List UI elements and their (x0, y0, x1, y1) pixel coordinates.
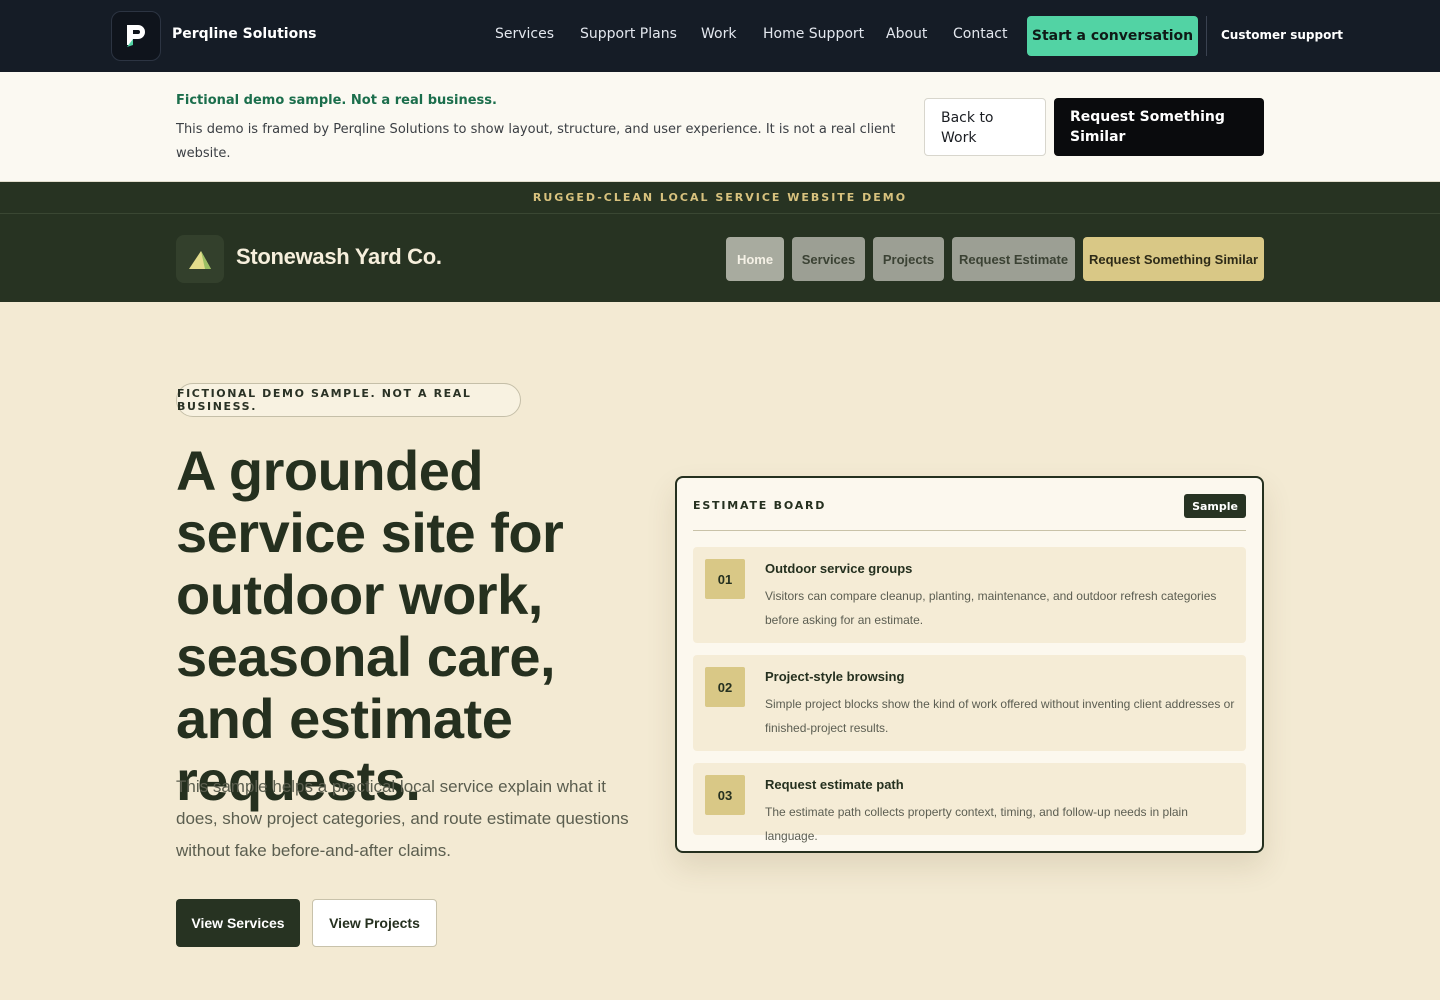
back-to-work-button[interactable]: Back to Work (924, 98, 1046, 156)
view-projects-button[interactable]: View Projects (312, 899, 437, 947)
board-divider (693, 530, 1246, 531)
site-request-similar-button[interactable]: Request Something Similar (1083, 237, 1264, 281)
demo-notice: Fictional demo sample. Not a real busine… (0, 72, 1440, 182)
item-description: Simple project blocks show the kind of w… (765, 697, 1235, 735)
site-nav-request-estimate[interactable]: Request Estimate (952, 237, 1075, 281)
site-logo[interactable] (176, 235, 224, 283)
demo-strip: RUGGED-CLEAN LOCAL SERVICE WEBSITE DEMO (0, 182, 1440, 214)
agency-nav-about[interactable]: About (886, 26, 927, 42)
site-header: Stonewash Yard Co. Home Services Project… (0, 214, 1440, 302)
sample-badge: Sample (1184, 494, 1246, 518)
site-nav-home[interactable]: Home (726, 237, 784, 281)
notice-title: Fictional demo sample. Not a real busine… (176, 93, 497, 108)
mountain-icon (189, 251, 211, 269)
board-item: 01 Outdoor service groups Visitors can c… (693, 547, 1246, 643)
board-item: 03 Request estimate path The estimate pa… (693, 763, 1246, 843)
request-similar-button[interactable]: Request Something Similar (1054, 98, 1264, 156)
estimate-board: ESTIMATE BOARD Sample 01 Outdoor service… (675, 476, 1264, 853)
view-services-button[interactable]: View Services (176, 899, 300, 947)
item-number: 03 (705, 775, 745, 815)
item-title: Outdoor service groups (765, 561, 913, 576)
hero-pill: FICTIONAL DEMO SAMPLE. NOT A REAL BUSINE… (176, 383, 521, 417)
board-title: ESTIMATE BOARD (693, 499, 827, 512)
hero-title: A grounded service site for outdoor work… (176, 439, 564, 812)
customer-support-link[interactable]: Customer support (1221, 28, 1343, 42)
agency-nav-contact[interactable]: Contact (953, 26, 1007, 42)
hero-subtitle: This sample helps a practical local serv… (176, 777, 629, 860)
agency-nav-services[interactable]: Services (495, 26, 554, 42)
site-name[interactable]: Stonewash Yard Co. (236, 244, 442, 270)
agency-header: Perqline Solutions Services Support Plan… (0, 0, 1440, 72)
item-number: 01 (705, 559, 745, 599)
agency-name[interactable]: Perqline Solutions (172, 26, 317, 42)
start-conversation-button[interactable]: Start a conversation (1027, 16, 1198, 56)
item-title: Project-style browsing (765, 669, 905, 684)
p-logo-icon (127, 25, 145, 47)
agency-logo[interactable] (111, 11, 161, 61)
agency-nav-work[interactable]: Work (701, 26, 736, 42)
board-item: 02 Project-style browsing Simple project… (693, 655, 1246, 751)
item-number: 02 (705, 667, 745, 707)
notice-body: This demo is framed by Perqline Solution… (176, 122, 896, 161)
site-nav-services[interactable]: Services (792, 237, 865, 281)
agency-nav-support-plans[interactable]: Support Plans (580, 26, 677, 42)
item-description: The estimate path collects property cont… (765, 805, 1188, 843)
agency-nav-home-support[interactable]: Home Support (763, 26, 864, 42)
site-nav-projects[interactable]: Projects (873, 237, 944, 281)
agency-divider (1206, 16, 1207, 56)
item-title: Request estimate path (765, 777, 904, 792)
item-description: Visitors can compare cleanup, planting, … (765, 589, 1217, 627)
